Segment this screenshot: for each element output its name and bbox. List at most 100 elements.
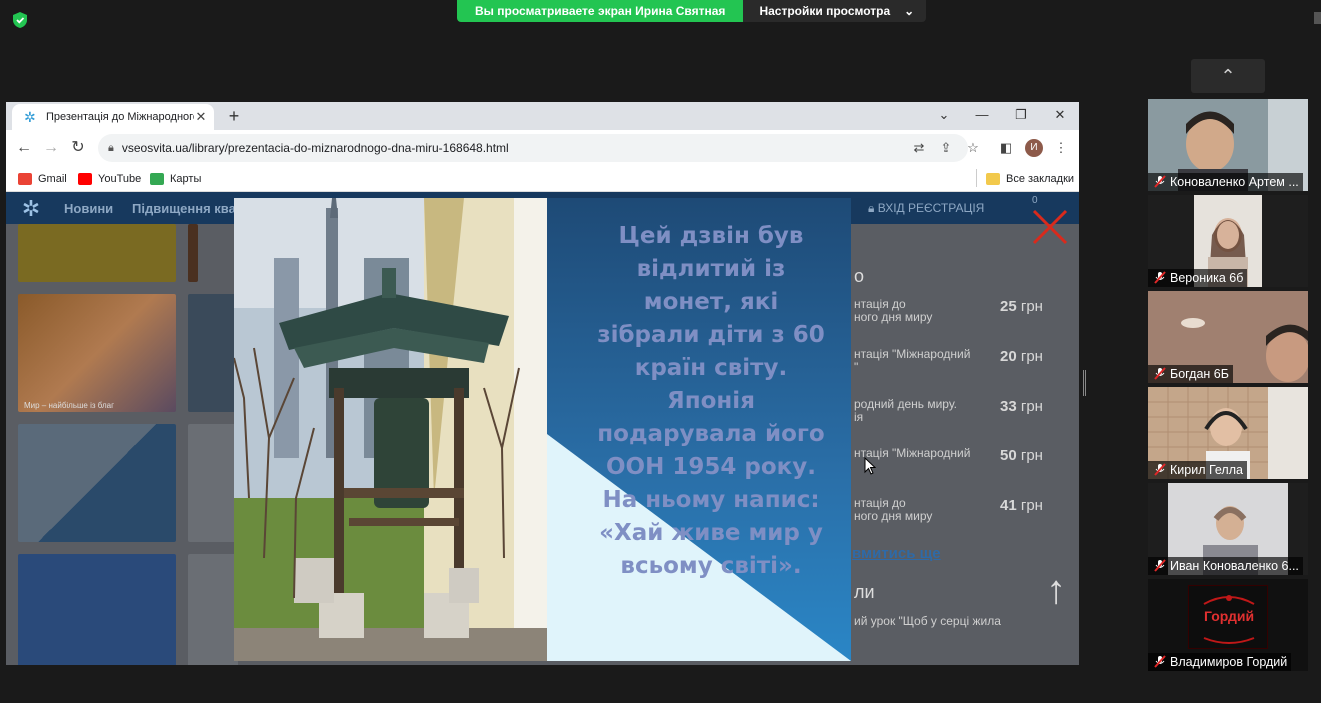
- participant-tile[interactable]: Гордий Владимиров Гордий: [1148, 579, 1308, 671]
- mouse-cursor-icon: [864, 456, 877, 480]
- cart-count: 0: [1032, 195, 1038, 206]
- list-item-price: 33 грн: [1000, 398, 1043, 415]
- bookmark-label: Gmail: [38, 173, 67, 185]
- slide-text: Цей дзвін був відлитий із монет, які зіб…: [597, 223, 825, 579]
- mic-muted-icon: [1154, 271, 1166, 284]
- section-title-fragment: ли: [854, 582, 875, 602]
- back-button[interactable]: ←: [14, 138, 34, 158]
- maximize-button[interactable]: ❐: [1009, 105, 1033, 125]
- mic-muted-icon: [1154, 655, 1166, 668]
- tab-search-icon[interactable]: ⌄: [932, 105, 956, 125]
- new-tab-button[interactable]: +: [224, 105, 244, 127]
- presentation-slide: Цей дзвін був відлитий із монет, які зіб…: [234, 198, 851, 661]
- price-value: 33: [1000, 398, 1017, 415]
- mic-muted-icon: [1154, 463, 1166, 476]
- thumbnail[interactable]: [188, 424, 238, 542]
- related-list: о нтація до ного дня миру 25 грн нтація …: [846, 252, 1076, 665]
- bookmark-youtube[interactable]: YouTube: [78, 170, 141, 188]
- reload-button[interactable]: ↻: [68, 138, 88, 158]
- youtube-icon: [78, 173, 92, 185]
- browser-toolbar: ← → ↻ 🔒︎ vseosvita.ua/library/prezentaci…: [6, 130, 1079, 166]
- participant-avatar-logo: Гордий: [1188, 585, 1268, 649]
- view-options-button[interactable]: Настройки просмотра ⌄: [743, 0, 927, 22]
- bookmark-maps[interactable]: Карты: [150, 170, 201, 188]
- folder-icon: [986, 173, 1000, 185]
- bookmark-label: Все закладки: [1006, 173, 1075, 185]
- price-value: 20: [1000, 348, 1017, 365]
- participant-name-text: Богдан 6Б: [1170, 367, 1229, 381]
- list-item-title[interactable]: нтація до ного дня миру: [854, 497, 1004, 523]
- list-item-price: 41 грн: [1000, 497, 1043, 514]
- list-item-price: 25 грн: [1000, 298, 1043, 315]
- view-options-label: Настройки просмотра: [759, 4, 891, 18]
- price-currency: грн: [1020, 348, 1043, 365]
- list-item-title[interactable]: нтація "Міжнародний ": [854, 348, 1004, 374]
- arrow-up-icon[interactable]: ↑: [1046, 568, 1066, 613]
- participant-tile[interactable]: Коноваленко Артем ...: [1148, 99, 1308, 191]
- nav-training[interactable]: Підвищення ква: [132, 201, 236, 216]
- price-value: 41: [1000, 497, 1017, 514]
- site-logo-icon[interactable]: ✲: [18, 196, 44, 222]
- thumbnail[interactable]: [18, 224, 176, 282]
- gmail-icon: [18, 173, 32, 185]
- participant-tile[interactable]: Богдан 6Б: [1148, 291, 1308, 383]
- bookmark-star-icon[interactable]: ☆: [965, 140, 981, 156]
- menu-kebab-icon[interactable]: ⋮: [1053, 140, 1069, 156]
- participant-name-text: Вероника 6б: [1170, 271, 1244, 285]
- list-item-price: 50 грн: [1000, 447, 1043, 464]
- participant-name: Богдан 6Б: [1148, 365, 1233, 383]
- chevron-down-icon: ⌄: [904, 4, 915, 18]
- price-currency: грн: [1020, 398, 1043, 415]
- security-shield-icon[interactable]: [10, 10, 30, 30]
- panel-resize-handle[interactable]: [1083, 370, 1086, 396]
- close-window-button[interactable]: ✕: [1048, 105, 1072, 125]
- thumbnail[interactable]: [188, 224, 198, 282]
- profile-avatar[interactable]: И: [1025, 139, 1043, 157]
- section-title-fragment: о: [854, 266, 865, 286]
- participant-tile[interactable]: Вероника 6б: [1148, 195, 1308, 287]
- lesson-snippet[interactable]: ий урок "Щоб у серці жила: [854, 614, 1001, 628]
- list-item-title[interactable]: родний день миру. ія: [854, 398, 1004, 424]
- translate-icon[interactable]: ⇄: [911, 140, 927, 156]
- screen-share-banner: Вы просматриваете экран Ирина Святная На…: [457, 0, 927, 22]
- browser-tab[interactable]: ✲ Презентація до Міжнародного ✕: [12, 104, 214, 130]
- login-register[interactable]: 🔒︎ ВХІД РЕЄСТРАЦІЯ: [868, 201, 984, 216]
- all-bookmarks-folder[interactable]: Все закладки: [986, 170, 1074, 188]
- close-slide-icon[interactable]: [1031, 208, 1069, 246]
- participant-name: Коноваленко Артем ...: [1148, 173, 1303, 191]
- close-icon[interactable]: ✕: [194, 109, 208, 125]
- participant-tile[interactable]: Кирил Гелла: [1148, 387, 1308, 479]
- participant-name: Вероника 6б: [1148, 269, 1248, 287]
- thumbnail[interactable]: Мир – найбільше із благ: [18, 294, 176, 412]
- share-icon[interactable]: ⇪: [938, 140, 954, 156]
- thumbnail[interactable]: [18, 554, 176, 665]
- login-label: ВХІД РЕЄСТРАЦІЯ: [877, 201, 985, 215]
- forward-button[interactable]: →: [41, 138, 61, 158]
- participant-tile[interactable]: Иван Коноваленко 6...: [1148, 483, 1308, 575]
- address-bar[interactable]: 🔒︎ vseosvita.ua/library/prezentacia-do-m…: [98, 134, 968, 162]
- maps-icon: [150, 173, 164, 185]
- tab-strip: ✲ Презентація до Міжнародного ✕ + ⌄ — ❐ …: [6, 102, 1079, 130]
- shared-browser-window: ✲ Презентація до Міжнародного ✕ + ⌄ — ❐ …: [6, 102, 1079, 665]
- participant-name: Владимиров Гордий: [1148, 653, 1292, 671]
- scroll-up-button[interactable]: ⌃: [1191, 59, 1265, 93]
- price-currency: грн: [1020, 298, 1043, 315]
- window-edge-control[interactable]: [1314, 12, 1321, 24]
- price-value: 25: [1000, 298, 1017, 315]
- bookmarks-divider: [976, 169, 977, 187]
- nav-news[interactable]: Новини: [64, 201, 113, 216]
- thumbnail-caption: Мир – найбільше із благ: [24, 401, 115, 410]
- minimize-button[interactable]: —: [970, 105, 994, 125]
- thumbnail[interactable]: [188, 294, 238, 412]
- participant-name-text: Владимиров Гордий: [1170, 655, 1288, 669]
- participant-name-text: Кирил Гелла: [1170, 463, 1243, 477]
- thumbnail[interactable]: [188, 554, 238, 665]
- list-item-title[interactable]: нтація до ного дня миру: [854, 298, 1004, 324]
- bookmark-gmail[interactable]: Gmail: [18, 170, 67, 188]
- side-panel-icon[interactable]: ◧: [998, 140, 1014, 156]
- thumbnail[interactable]: [18, 424, 176, 542]
- list-item-title[interactable]: нтація "Міжнародний: [854, 447, 1004, 460]
- lock-icon[interactable]: 🔒︎: [108, 142, 114, 155]
- bookmarks-bar: Gmail YouTube Карты Все закладки: [6, 166, 1079, 192]
- show-more-link[interactable]: вмитись ще: [852, 545, 941, 562]
